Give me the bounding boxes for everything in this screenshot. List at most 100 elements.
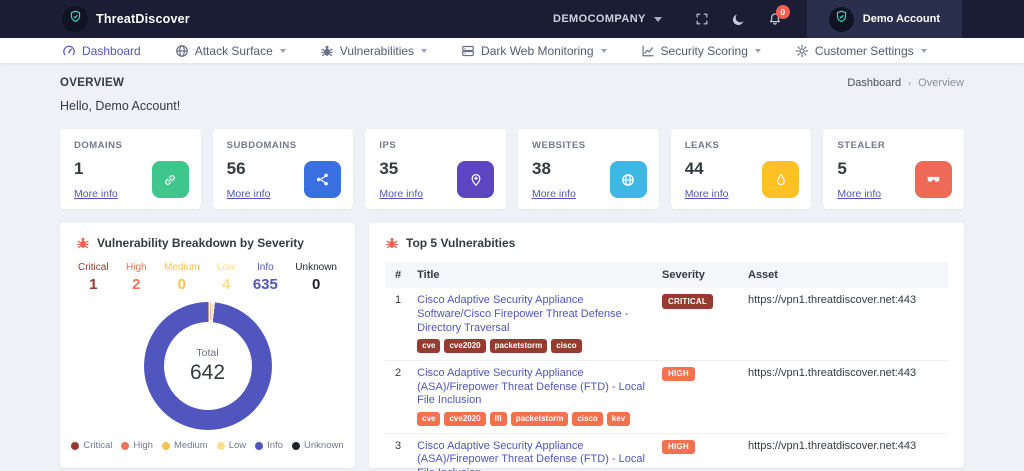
nav-item-label: Dashboard — [82, 44, 141, 58]
vulnerability-title-link[interactable]: Cisco Adaptive Security Appliance (ASA)/… — [417, 367, 646, 408]
tag-badge: packetstorm — [490, 339, 548, 353]
legend-dot — [255, 442, 263, 450]
severity-stat-label: Info — [253, 262, 278, 273]
main-menu: Dashboard Attack Surface Vulnerabilities Da… — [0, 38, 1024, 63]
legend-item-medium[interactable]: Medium — [162, 440, 208, 451]
chevron-down-icon — [654, 17, 662, 22]
more-info-link[interactable]: More info — [532, 188, 576, 200]
tag-list: cvecve2020packetstormcisco — [417, 339, 646, 353]
mask-icon — [915, 161, 952, 198]
bell-icon[interactable]: 0 — [768, 12, 782, 26]
severity-stat-unknown: Unknown0 — [295, 262, 337, 293]
tag-badge: cve2020 — [444, 412, 485, 426]
brand-logo — [62, 6, 88, 32]
account-name: Demo Account — [863, 13, 940, 25]
account-menu[interactable]: Demo Account — [807, 0, 962, 38]
col-header-title: Title — [409, 262, 654, 288]
link-icon — [152, 161, 189, 198]
topbar-spacer — [962, 0, 1024, 38]
vulnerability-title-link[interactable]: Cisco Adaptive Security Appliance Softwa… — [417, 294, 646, 335]
severity-donut-chart[interactable]: Total 642 — [144, 302, 272, 430]
chart-legend: CriticalHighMediumLowInfoUnknown — [76, 440, 339, 451]
bug-icon — [320, 44, 334, 58]
server-icon — [461, 44, 475, 58]
droplet-icon — [762, 161, 799, 198]
legend-dot — [121, 442, 129, 450]
legend-item-low[interactable]: Low — [217, 440, 246, 451]
asset-value: https://vpn1.threatdiscover.net:443 — [740, 360, 948, 433]
legend-item-high[interactable]: High — [121, 440, 153, 451]
nav-item-dark-web-monitoring[interactable]: Dark Web Monitoring — [461, 44, 607, 58]
donut-total-label: Total — [196, 347, 218, 359]
top-vulnerabilities-panel: Top 5 Vulnerabities # Title Severity Ass… — [369, 223, 964, 468]
severity-stat-low: Low4 — [217, 262, 235, 293]
vulnerability-title-link[interactable]: Cisco Adaptive Security Appliance (ASA)/… — [417, 440, 646, 471]
stat-card-leaks: LEAKS44More info — [671, 129, 812, 209]
breadcrumb: Dashboard › Overview — [847, 77, 964, 89]
more-info-link[interactable]: More info — [227, 188, 271, 200]
content: OVERVIEW Dashboard › Overview Hello, Dem… — [0, 63, 1024, 468]
vulnerabilities-table: # Title Severity Asset 1Cisco Adaptive S… — [385, 262, 948, 471]
more-info-link[interactable]: More info — [685, 188, 729, 200]
chevron-down-icon — [755, 49, 761, 53]
legend-dot — [71, 442, 79, 450]
severity-stat-critical: Critical1 — [78, 262, 109, 293]
legend-item-critical[interactable]: Critical — [71, 440, 112, 451]
stat-label: LEAKS — [685, 140, 798, 151]
table-row: 3 Cisco Adaptive Security Appliance (ASA)… — [385, 433, 948, 471]
table-row: 1Cisco Adaptive Security Appliance Softw… — [385, 288, 948, 360]
asset-value: https://vpn1.threatdiscover.net:443 — [740, 433, 948, 471]
legend-label: Low — [229, 440, 246, 451]
greeting-text: Hello, Demo Account! — [60, 99, 964, 113]
legend-label: Unknown — [304, 440, 344, 451]
breadcrumb-parent[interactable]: Dashboard — [847, 77, 901, 89]
nav-item-vulnerabilities[interactable]: Vulnerabilities — [320, 44, 427, 58]
stat-card-subdomains: SUBDOMAINS56More info — [213, 129, 354, 209]
legend-item-unknown[interactable]: Unknown — [292, 440, 344, 451]
more-info-link[interactable]: More info — [379, 188, 423, 200]
fullscreen-icon[interactable] — [695, 12, 709, 26]
brand-name: ThreatDiscover — [96, 12, 190, 26]
more-info-link[interactable]: More info — [837, 188, 881, 200]
notification-badge: 0 — [776, 5, 790, 19]
tag-badge: cve — [417, 412, 440, 426]
legend-dot — [162, 442, 170, 450]
severity-stat-label: Critical — [78, 262, 109, 273]
severity-stat-value: 0 — [164, 276, 200, 293]
vuln-panel-title: Top 5 Vulnerabities — [406, 236, 515, 250]
severity-badge: HIGH — [662, 440, 695, 455]
company-selector[interactable]: DEMOCOMPANY — [553, 13, 662, 25]
map-pin-icon — [457, 161, 494, 198]
nav-item-customer-settings[interactable]: Customer Settings — [795, 44, 927, 58]
stat-label: SUBDOMAINS — [227, 140, 340, 151]
severity-stat-medium: Medium0 — [164, 262, 200, 293]
nav-item-label: Attack Surface — [195, 44, 273, 58]
stat-card-ips: IPS35More info — [365, 129, 506, 209]
shield-icon — [835, 10, 848, 28]
donut-center: Total 642 — [164, 322, 252, 410]
moon-icon[interactable] — [731, 12, 746, 27]
more-info-link[interactable]: More info — [74, 188, 118, 200]
legend-dot — [217, 442, 225, 450]
nav-item-label: Dark Web Monitoring — [481, 44, 594, 58]
nav-item-label: Customer Settings — [815, 44, 914, 58]
severity-panel-title: Vulnerability Breakdown by Severity — [97, 236, 304, 250]
nav-item-attack-surface[interactable]: Attack Surface — [175, 44, 286, 58]
nav-item-label: Vulnerabilities — [340, 44, 414, 58]
asset-value: https://vpn1.threatdiscover.net:443 — [740, 288, 948, 360]
page-title: OVERVIEW — [60, 77, 124, 89]
legend-item-info[interactable]: Info — [255, 440, 283, 451]
tag-badge: kev — [607, 412, 630, 426]
bug-icon — [76, 236, 90, 250]
row-number: 3 — [385, 433, 409, 471]
legend-label: Medium — [174, 440, 208, 451]
severity-stat-high: High2 — [126, 262, 147, 293]
legend-label: Info — [267, 440, 283, 451]
bug-icon — [385, 236, 399, 250]
nav-item-security-scoring[interactable]: Security Scoring — [641, 44, 761, 58]
gear-icon — [795, 44, 809, 58]
nav-item-dashboard[interactable]: Dashboard — [62, 44, 141, 58]
top-navbar: ThreatDiscover DEMOCOMPANY 0 Demo Accoun… — [0, 0, 1024, 38]
tag-badge: packetstorm — [511, 412, 569, 426]
chevron-down-icon — [601, 49, 607, 53]
